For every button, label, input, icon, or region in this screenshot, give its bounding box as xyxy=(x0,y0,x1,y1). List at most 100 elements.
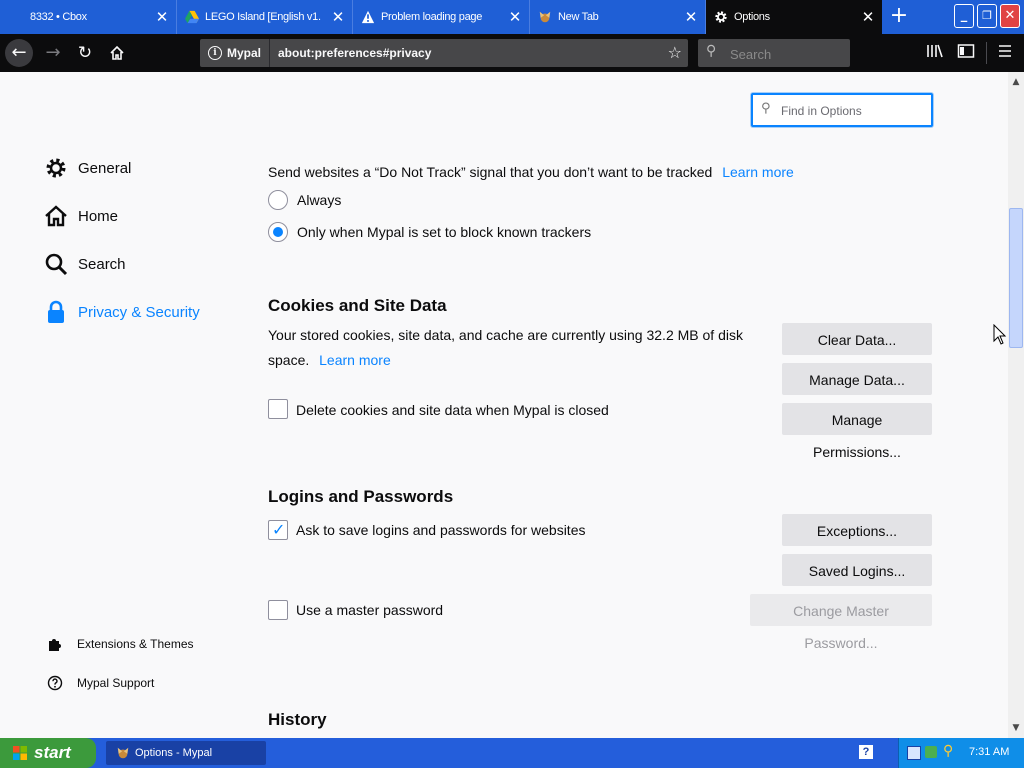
dnt-learn-more-link[interactable]: Learn more xyxy=(722,164,794,180)
dnt-always-radio[interactable] xyxy=(268,190,288,210)
delete-cookies-label[interactable]: Delete cookies and site data when Mypal … xyxy=(296,402,609,418)
dnt-block-trackers-radio[interactable] xyxy=(268,222,288,242)
url-bar[interactable]: i Mypal about:preferences#privacy ☆ xyxy=(200,39,688,67)
logins-heading: Logins and Passwords xyxy=(268,487,454,506)
master-password-checkbox[interactable] xyxy=(268,600,288,620)
delete-cookies-checkbox[interactable] xyxy=(268,399,288,419)
close-icon[interactable]: ✕ xyxy=(862,8,875,26)
toolbar-separator xyxy=(986,42,987,64)
cookies-description-line2: space. Learn more xyxy=(268,352,391,368)
ask-save-logins-checkbox[interactable]: ✓ xyxy=(268,520,288,540)
dnt-block-trackers-label[interactable]: Only when Mypal is set to block known tr… xyxy=(297,224,591,240)
security-icon[interactable] xyxy=(925,746,937,758)
tab-strip: 8332 • Cbox ✕ LEGO Island [English v1. ✕… xyxy=(0,0,1024,34)
drive-icon xyxy=(185,10,199,24)
taskbar-item-mypal[interactable]: Options - Mypal xyxy=(106,741,266,765)
lock-icon xyxy=(48,300,64,323)
saved-logins-button[interactable]: Saved Logins... xyxy=(782,554,932,586)
site-identity[interactable]: i Mypal xyxy=(200,39,271,67)
tab-lego-island[interactable]: LEGO Island [English v1. ✕ xyxy=(177,0,353,34)
reload-button[interactable]: ↻ xyxy=(71,39,99,67)
category-search[interactable]: Search xyxy=(44,250,126,278)
info-icon: i xyxy=(208,46,222,60)
history-heading: History xyxy=(268,710,327,729)
exceptions-button[interactable]: Exceptions... xyxy=(782,514,932,546)
category-label: General xyxy=(78,159,132,177)
clock: 7:31 AM xyxy=(969,746,1010,758)
network-icon[interactable] xyxy=(907,746,921,760)
find-input[interactable] xyxy=(779,101,931,121)
category-general[interactable]: General xyxy=(44,154,131,182)
close-icon[interactable]: ✕ xyxy=(509,8,522,26)
category-privacy[interactable]: Privacy & Security xyxy=(44,298,200,326)
search-icon: ⚲ xyxy=(706,43,717,59)
bookmark-star-icon[interactable]: ☆ xyxy=(668,39,682,67)
help-icon xyxy=(47,675,63,691)
back-button[interactable]: ← xyxy=(5,39,33,67)
cookies-description-line1: Your stored cookies, site data, and cach… xyxy=(268,327,743,343)
start-button[interactable]: start xyxy=(0,738,96,768)
windows-logo-icon xyxy=(13,746,27,760)
minimize-button[interactable]: _ xyxy=(954,4,974,28)
clear-data-button[interactable]: Clear Data... xyxy=(782,323,932,355)
mypal-icon xyxy=(117,747,129,759)
menu-icon[interactable] xyxy=(997,43,1013,63)
home-icon xyxy=(45,205,67,227)
close-icon[interactable]: ✕ xyxy=(332,8,345,26)
new-tab-button[interactable]: + xyxy=(886,4,912,30)
tab-problem-loading[interactable]: Problem loading page ✕ xyxy=(353,0,530,34)
home-icon xyxy=(110,45,124,60)
system-tray: ⚲ 7:31 AM xyxy=(898,738,1024,768)
search-icon: ⚲ xyxy=(761,101,771,116)
category-home[interactable]: Home xyxy=(44,202,118,230)
warning-icon xyxy=(361,10,375,24)
category-label: Search xyxy=(78,255,126,273)
tab-title: LEGO Island [English v1. xyxy=(205,11,321,23)
tab-title: 8332 • Cbox xyxy=(30,11,87,23)
support-link[interactable]: Mypal Support xyxy=(47,672,154,694)
puzzle-icon xyxy=(49,639,61,651)
scroll-up-arrow[interactable]: ▲ xyxy=(1008,74,1024,90)
tab-cbox[interactable]: 8332 • Cbox ✕ xyxy=(0,0,177,34)
home-button[interactable] xyxy=(103,39,131,67)
navigation-toolbar: ← → ↻ i Mypal about:preferences#privacy … xyxy=(0,34,1024,72)
dnt-always-label[interactable]: Always xyxy=(297,192,341,208)
manage-permissions-button[interactable]: Manage Permissions... xyxy=(782,403,932,460)
manage-data-button[interactable]: Manage Data... xyxy=(782,363,932,395)
tab-new-tab[interactable]: New Tab ✕ xyxy=(530,0,706,34)
taskbar-item-label: Options - Mypal xyxy=(135,747,213,759)
url-text[interactable]: about:preferences#privacy xyxy=(278,39,431,67)
close-window-button[interactable]: ✕ xyxy=(1000,4,1020,28)
search-icon xyxy=(45,253,68,276)
tab-title: New Tab xyxy=(558,11,599,23)
start-label: start xyxy=(34,743,71,762)
scroll-thumb[interactable] xyxy=(1009,208,1023,348)
dnt-text: Send websites a “Do Not Track” signal th… xyxy=(268,164,713,180)
support-label: Mypal Support xyxy=(77,676,155,690)
library-icon[interactable] xyxy=(926,43,944,63)
tab-options[interactable]: Options ✕ xyxy=(706,0,882,34)
identity-label: Mypal xyxy=(227,46,262,60)
cookies-learn-more-link[interactable]: Learn more xyxy=(319,352,391,368)
search-bar[interactable]: ⚲ xyxy=(698,39,850,67)
gear-icon xyxy=(46,158,66,178)
gear-icon xyxy=(715,11,727,23)
search-input[interactable] xyxy=(728,43,842,65)
master-password-label[interactable]: Use a master password xyxy=(296,602,443,618)
find-in-options[interactable]: ⚲ xyxy=(751,93,933,127)
restore-button[interactable]: ❐ xyxy=(977,4,997,28)
tab-title: Problem loading page xyxy=(381,11,483,23)
page-scrollbar[interactable]: ▲ ▼ xyxy=(1008,72,1024,738)
help-tray-icon[interactable]: ? xyxy=(859,745,873,759)
tab-title: Options xyxy=(734,11,770,23)
scroll-down-arrow[interactable]: ▼ xyxy=(1008,720,1024,736)
extensions-label: Extensions & Themes xyxy=(77,637,194,651)
ask-save-logins-label[interactable]: Ask to save logins and passwords for web… xyxy=(296,522,585,538)
close-icon[interactable]: ✕ xyxy=(156,8,169,26)
forward-button[interactable]: → xyxy=(39,39,67,67)
sidebar-toggle-icon[interactable] xyxy=(957,43,975,63)
extensions-themes-link[interactable]: Extensions & Themes xyxy=(47,633,194,655)
close-icon[interactable]: ✕ xyxy=(685,8,698,26)
change-master-password-button: Change Master Password... xyxy=(750,594,932,651)
search-tray-icon[interactable]: ⚲ xyxy=(943,743,953,759)
